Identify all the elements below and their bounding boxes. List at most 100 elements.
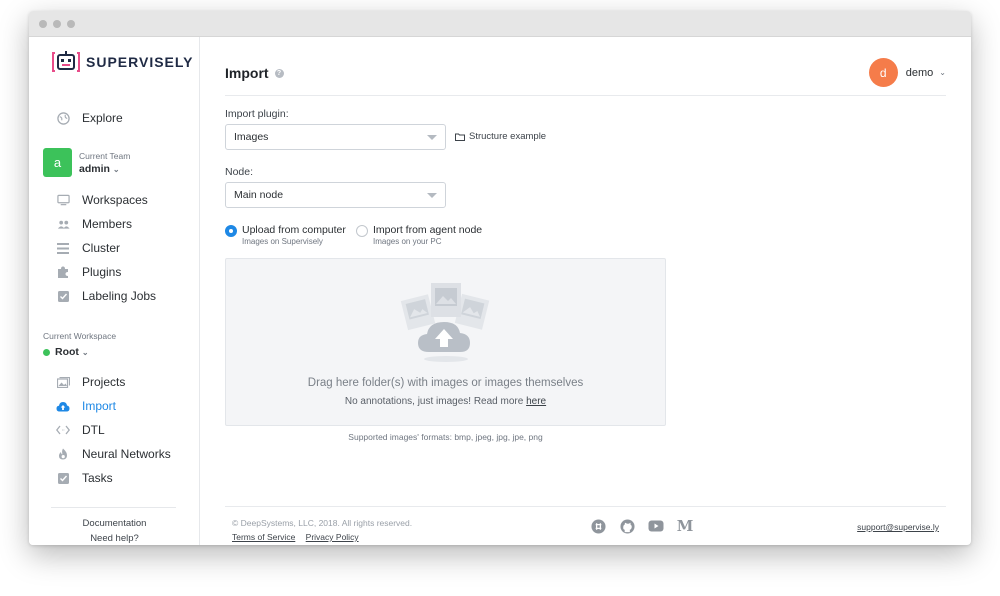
team-name: admin: [79, 163, 110, 175]
sidebar-item-label: Cluster: [82, 241, 121, 255]
globe-icon: [56, 111, 70, 125]
browser-window: SUPERVISELY Explore a Current Team admin…: [29, 11, 971, 545]
terms-link[interactable]: Terms of Service: [232, 532, 295, 542]
sidebar-item-label: Workspaces: [82, 193, 148, 207]
list-icon: [56, 241, 70, 255]
sidebar-item-label: Tasks: [82, 471, 113, 485]
radio-selected[interactable]: [225, 225, 237, 237]
copyright-text: © DeepSystems, LLC, 2018. All rights res…: [232, 518, 413, 528]
help-icon[interactable]: ?: [274, 68, 284, 78]
upload-illustration-icon: [400, 283, 490, 362]
sidebar-item-label: Projects: [82, 375, 126, 389]
main-content: Import ? d demo ⌄ Import plugin: Images …: [200, 37, 971, 545]
window-close-dot[interactable]: [39, 20, 47, 28]
node-select[interactable]: Main node: [225, 182, 446, 208]
title-bar: [29, 11, 971, 37]
checkbox-icon: [56, 289, 70, 303]
current-team-caption: Current Team: [79, 151, 131, 161]
robot-logo-icon: [52, 51, 80, 72]
window-maximize-dot[interactable]: [67, 20, 75, 28]
sidebar-item-tasks[interactable]: Tasks: [56, 471, 113, 485]
sidebar: SUPERVISELY Explore a Current Team admin…: [29, 37, 200, 545]
current-workspace-caption: Current Workspace: [43, 331, 117, 341]
brand-logo[interactable]: SUPERVISELY: [51, 49, 194, 75]
node-label: Node:: [225, 166, 254, 178]
youtube-icon[interactable]: [648, 518, 664, 534]
documentation-link[interactable]: Documentation: [29, 518, 200, 529]
structure-example-link[interactable]: Structure example: [455, 131, 546, 142]
upload-from-computer-option[interactable]: Upload from computer Images on Supervise…: [225, 224, 346, 246]
sidebar-item-dtl[interactable]: DTL: [56, 423, 105, 437]
sidebar-item-workspaces[interactable]: Workspaces: [56, 193, 148, 207]
import-plugin-select[interactable]: Images: [225, 124, 446, 150]
team-avatar[interactable]: a: [43, 148, 72, 177]
sidebar-item-import[interactable]: Import: [56, 399, 116, 413]
header-divider: [225, 95, 946, 96]
sidebar-item-label: Neural Networks: [82, 447, 171, 461]
import-plugin-value: Images: [234, 131, 269, 143]
checkbox-icon: [56, 471, 70, 485]
dropzone-title: Drag here folder(s) with images or image…: [307, 377, 584, 389]
chevron-down-icon: ⌄: [112, 164, 120, 174]
footer-divider: [225, 506, 946, 507]
sidebar-divider: [51, 507, 176, 508]
help-link[interactable]: Need help?: [29, 533, 200, 544]
workspace-switcher[interactable]: Current Workspace Root ⌄: [43, 331, 116, 358]
user-name: demo: [905, 66, 934, 79]
option-subtitle: Images on Supervisely: [242, 237, 323, 246]
sidebar-item-labeling-jobs[interactable]: Labeling Jobs: [56, 289, 156, 303]
option-subtitle: Images on your PC: [373, 237, 442, 246]
caret-down-icon: [427, 193, 437, 198]
import-plugin-label: Import plugin:: [225, 108, 289, 120]
page-title-text: Import: [225, 65, 269, 81]
structure-example-text: Structure example: [469, 131, 547, 142]
sidebar-item-label: Plugins: [82, 265, 122, 279]
dropzone-subtitle: No annotations, just images! Read more h…: [344, 396, 547, 407]
sidebar-item-plugins[interactable]: Plugins: [56, 265, 121, 279]
sidebar-item-projects[interactable]: Projects: [56, 375, 125, 389]
team-switcher[interactable]: Current Team admin ⌄: [79, 151, 130, 175]
supported-formats: Supported images' formats: bmp, jpeg, jp…: [348, 432, 543, 442]
images-icon: [56, 375, 70, 389]
support-email-link[interactable]: support@supervise.ly: [857, 522, 939, 532]
radio-unselected[interactable]: [356, 225, 368, 237]
sidebar-item-explore[interactable]: Explore: [56, 111, 123, 125]
chevron-down-icon: ⌄: [939, 68, 946, 77]
monitor-icon: [56, 193, 70, 207]
status-dot: [43, 348, 50, 356]
user-menu[interactable]: d demo ⌄: [868, 58, 946, 87]
node-value: Main node: [234, 189, 284, 201]
caret-down-icon: [427, 135, 437, 140]
option-title: Import from agent node: [373, 224, 483, 236]
read-more-link[interactable]: here: [526, 396, 546, 407]
github-icon[interactable]: [619, 518, 635, 534]
privacy-link[interactable]: Privacy Policy: [306, 532, 359, 542]
option-title: Upload from computer: [242, 224, 346, 236]
code-icon: [56, 423, 70, 437]
upload-dropzone[interactable]: Drag here folder(s) with images or image…: [225, 258, 666, 426]
puzzle-icon: [56, 265, 70, 279]
sidebar-item-label: Labeling Jobs: [82, 289, 157, 303]
sidebar-item-members[interactable]: Members: [56, 217, 132, 231]
window-minimize-dot[interactable]: [53, 20, 61, 28]
avatar: d: [868, 58, 898, 87]
sidebar-item-label: Import: [82, 399, 117, 413]
folder-icon: [455, 133, 465, 141]
social-links: M: [590, 517, 706, 535]
page-title: Import ?: [225, 65, 284, 81]
cloud-upload-icon: [56, 399, 70, 413]
sidebar-item-cluster[interactable]: Cluster: [56, 241, 120, 255]
chevron-down-icon: ⌄: [81, 347, 89, 357]
sidebar-item-label: Members: [82, 217, 133, 231]
sidebar-item-label: DTL: [82, 423, 105, 437]
slack-icon[interactable]: [590, 518, 606, 534]
sidebar-item-label: Explore: [82, 111, 123, 125]
workspace-name: Root: [55, 346, 79, 358]
import-from-agent-option[interactable]: Import from agent node Images on your PC: [356, 224, 482, 246]
brand-name: SUPERVISELY: [86, 54, 194, 70]
sidebar-item-neural-networks[interactable]: Neural Networks: [56, 447, 171, 461]
flame-icon: [56, 447, 70, 461]
legal-links: Terms of Service Privacy Policy: [232, 532, 367, 542]
users-icon: [56, 217, 70, 231]
medium-icon[interactable]: M: [677, 517, 694, 535]
